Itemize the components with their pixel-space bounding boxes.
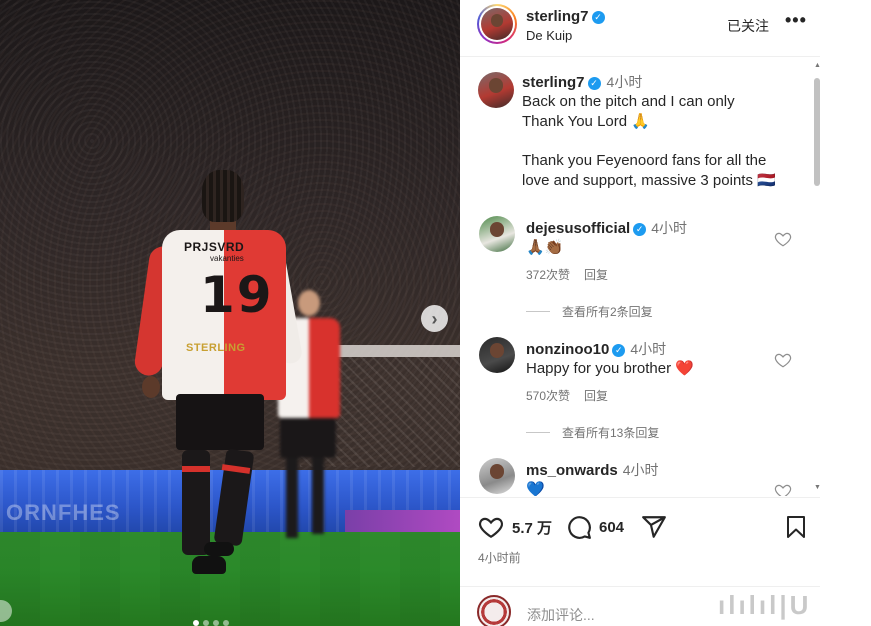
share-action[interactable] (641, 514, 667, 540)
add-comment-input[interactable]: 添加评论... (527, 605, 595, 625)
comment-meta: 372次赞 回复 (526, 266, 608, 283)
caption-line: Thank You Lord 🙏 (522, 113, 650, 130)
led-board-pink (345, 510, 460, 532)
next-image-button[interactable]: › (421, 305, 448, 332)
post-panel: sterling7 ✓ De Kuip 已关注 ••• sterling7 ✓ 4小时… (460, 0, 822, 626)
follow-button[interactable]: 已关注 (727, 16, 769, 36)
comment-username[interactable]: nonzinoo10 (526, 341, 609, 358)
comment-text: 🙏🏾👏🏾 (526, 239, 564, 256)
comment-time: 4小时 (651, 220, 687, 236)
caption-line: Back on the pitch and I can only (522, 93, 735, 110)
jersey-name: STERLING (186, 342, 246, 354)
comment-username[interactable]: dejesusofficial (526, 220, 630, 237)
author-avatar[interactable] (481, 8, 513, 40)
share-icon[interactable] (641, 514, 667, 540)
comment-avatar[interactable] (479, 458, 515, 494)
main-player: PRJSVRD vakanties 19 STERLING (133, 170, 304, 580)
view-replies-button[interactable]: 查看所有13条回复 (526, 424, 659, 441)
comments-scrollbar[interactable]: ▲ ▼ (812, 62, 822, 494)
comment-time: 4小时 (630, 341, 667, 357)
heart-icon[interactable] (478, 514, 504, 540)
scroll-up-icon[interactable]: ▲ (814, 62, 821, 69)
comment-count[interactable]: 604 (599, 519, 624, 536)
comment-meta: 570次赞 回复 (526, 387, 608, 404)
comment-like-icon[interactable] (774, 351, 792, 369)
author-username[interactable]: sterling7 (526, 8, 589, 25)
comment-text: 💙 (526, 481, 545, 496)
comment-username-row: nonzinoo10 ✓ 4小时 (526, 339, 666, 359)
carousel-dot (193, 620, 199, 626)
caption-username[interactable]: sterling7 (522, 74, 585, 91)
comment-username-row: ms_onwards 4小时 (526, 460, 659, 480)
bookmark-icon[interactable] (784, 514, 808, 540)
caption-line: Thank you Feyenoord fans for all the (522, 152, 767, 169)
verified-icon: ✓ (591, 11, 605, 24)
replies-divider (526, 432, 550, 433)
comment-avatar[interactable] (479, 337, 515, 373)
like-action[interactable]: 5.7 万 (478, 514, 552, 540)
watermark-logo: ılılıl|U (718, 590, 812, 620)
post-time-ago[interactable]: 4小时前 (478, 549, 521, 566)
comments-scroll-area[interactable]: sterling7 ✓ 4小时 Back on the pitch and I ca… (460, 58, 812, 496)
reply-button[interactable]: 回复 (584, 389, 608, 403)
caption-line: love and support, massive 3 points 🇳🇱 (522, 172, 776, 189)
comment-time: 4小时 (622, 462, 659, 478)
comment-likes[interactable]: 372次赞 (526, 268, 570, 282)
comment-likes[interactable]: 570次赞 (526, 389, 570, 403)
viewer-avatar (477, 595, 511, 626)
caption-header: sterling7 ✓ 4小时 (522, 72, 642, 92)
post-photo[interactable]: ORNFHES PRJSVRD vakanties 19 STERLING › (0, 0, 460, 626)
carousel-dots (193, 620, 229, 626)
jersey-number: 19 (200, 266, 274, 324)
more-options-icon[interactable]: ••• (785, 10, 807, 31)
view-replies-label[interactable]: 查看所有13条回复 (562, 426, 659, 440)
comment-action[interactable]: 604 (566, 514, 624, 540)
scroll-down-icon[interactable]: ▼ (814, 484, 821, 491)
author-username-row[interactable]: sterling7 ✓ (526, 8, 605, 25)
reply-button[interactable]: 回复 (584, 268, 608, 282)
verified-icon: ✓ (633, 223, 647, 236)
verified-icon: ✓ (587, 77, 601, 90)
board-text: ORNFHES (6, 500, 121, 525)
jersey-sponsor-sub: vakanties (210, 254, 244, 263)
scrollbar-thumb[interactable] (814, 78, 820, 186)
post-header: sterling7 ✓ De Kuip 已关注 ••• (460, 0, 820, 57)
comment-avatar[interactable] (479, 216, 515, 252)
verified-icon: ✓ (612, 344, 626, 357)
carousel-dot (223, 620, 229, 626)
carousel-dot (203, 620, 209, 626)
comment-username[interactable]: ms_onwards (526, 462, 618, 479)
replies-divider (526, 311, 550, 312)
comment-text: Happy for you brother ❤️ (526, 360, 694, 377)
save-action[interactable] (784, 514, 808, 540)
view-replies-label[interactable]: 查看所有2条回复 (562, 305, 653, 319)
comment-like-icon[interactable] (774, 482, 792, 496)
caption-time: 4小时 (606, 74, 643, 90)
post-actions: 5.7 万 604 4小时前 (460, 497, 820, 577)
comment-icon[interactable] (566, 514, 592, 540)
carousel-dot (213, 620, 219, 626)
caption-avatar[interactable] (478, 72, 514, 108)
like-count[interactable]: 5.7 万 (512, 517, 552, 538)
story-ring[interactable] (477, 4, 517, 44)
jersey-sponsor: PRJSVRD (184, 240, 245, 254)
comment-like-icon[interactable] (774, 230, 792, 248)
comment-username-row: dejesusofficial ✓ 4小时 (526, 218, 687, 238)
view-replies-button[interactable]: 查看所有2条回复 (526, 303, 653, 320)
post-location[interactable]: De Kuip (526, 28, 572, 43)
